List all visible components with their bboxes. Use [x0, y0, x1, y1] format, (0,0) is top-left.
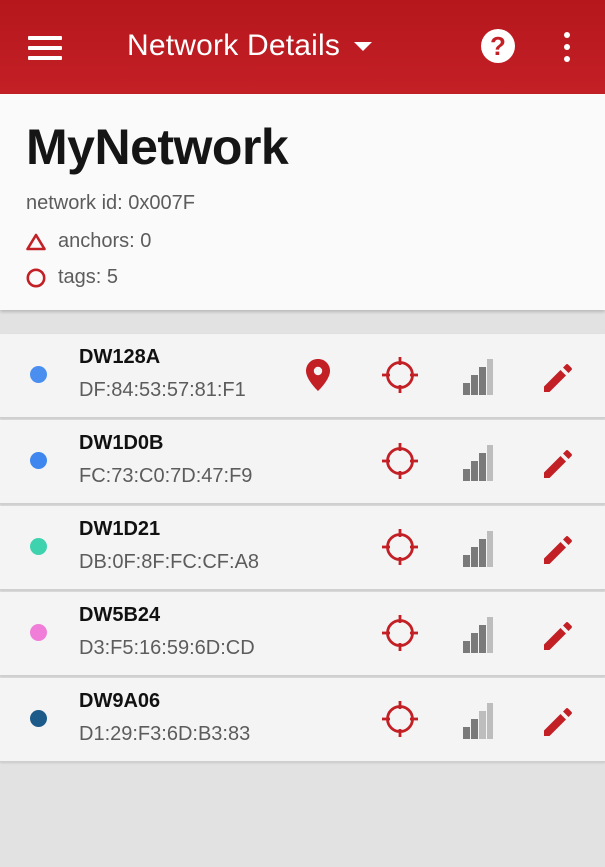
- status-dot: [30, 452, 47, 469]
- crosshair-target-icon[interactable]: [381, 614, 419, 652]
- device-name: DW9A06: [79, 690, 161, 712]
- help-circle-icon[interactable]: ?: [481, 29, 515, 63]
- hamburger-menu-icon[interactable]: [26, 34, 64, 62]
- signal-strength-icon: [463, 531, 493, 567]
- device-row[interactable]: DW9A06 D1:29:F3:6D:B3:83: [0, 678, 605, 762]
- pencil-edit-icon[interactable]: [542, 448, 574, 480]
- network-info-card: MyNetwork network id: 0x007F anchors: 0 …: [0, 94, 605, 310]
- caret-down-icon: [354, 41, 373, 51]
- signal-strength-icon: [463, 445, 493, 481]
- signal-strength-icon: [463, 359, 493, 395]
- pencil-edit-icon[interactable]: [542, 620, 574, 652]
- location-pin-icon[interactable]: [304, 358, 332, 392]
- status-dot: [30, 538, 47, 555]
- device-mac-address: DB:0F:8F:FC:CF:A8: [79, 551, 260, 573]
- tags-count: tags: 5: [58, 266, 119, 288]
- device-mac-address: D1:29:F3:6D:B3:83: [79, 723, 251, 745]
- app-bar-title: Network Details: [127, 29, 341, 62]
- device-row[interactable]: DW1D21 DB:0F:8F:FC:CF:A8: [0, 506, 605, 590]
- more-vertical-icon[interactable]: [556, 30, 578, 64]
- status-dot: [30, 366, 47, 383]
- app-bar: Network Details ?: [0, 0, 605, 94]
- signal-strength-icon: [463, 617, 493, 653]
- device-name: DW128A: [79, 346, 161, 368]
- device-row[interactable]: DW5B24 D3:F5:16:59:6D:CD: [0, 592, 605, 676]
- device-mac-address: FC:73:C0:7D:47:F9: [79, 465, 253, 487]
- signal-strength-icon: [463, 703, 493, 739]
- status-dot: [30, 710, 47, 727]
- network-id: network id: 0x007F: [26, 192, 195, 214]
- pencil-edit-icon[interactable]: [542, 362, 574, 394]
- status-dot: [30, 624, 47, 641]
- network-dropdown[interactable]: Network Details: [127, 29, 373, 63]
- device-mac-address: DF:84:53:57:81:F1: [79, 379, 246, 401]
- device-row[interactable]: DW128A DF:84:53:57:81:F1: [0, 334, 605, 418]
- device-row[interactable]: DW1D0B FC:73:C0:7D:47:F9: [0, 420, 605, 504]
- device-name: DW1D0B: [79, 432, 164, 454]
- circle-outline-icon: [26, 268, 46, 287]
- device-mac-address: D3:F5:16:59:6D:CD: [79, 637, 255, 659]
- crosshair-target-icon[interactable]: [381, 528, 419, 566]
- device-name: DW5B24: [79, 604, 161, 626]
- anchors-count: anchors: 0: [58, 230, 152, 252]
- crosshair-target-icon[interactable]: [381, 356, 419, 394]
- device-name: DW1D21: [79, 518, 161, 540]
- triangle-outline-icon: [26, 233, 46, 250]
- anchors-count-row: anchors: 0: [26, 230, 151, 253]
- tags-count-row: tags: 5: [26, 266, 118, 289]
- network-name: MyNetwork: [26, 119, 289, 175]
- pencil-edit-icon[interactable]: [542, 706, 574, 738]
- pencil-edit-icon[interactable]: [542, 534, 574, 566]
- crosshair-target-icon[interactable]: [381, 442, 419, 480]
- crosshair-target-icon[interactable]: [381, 700, 419, 738]
